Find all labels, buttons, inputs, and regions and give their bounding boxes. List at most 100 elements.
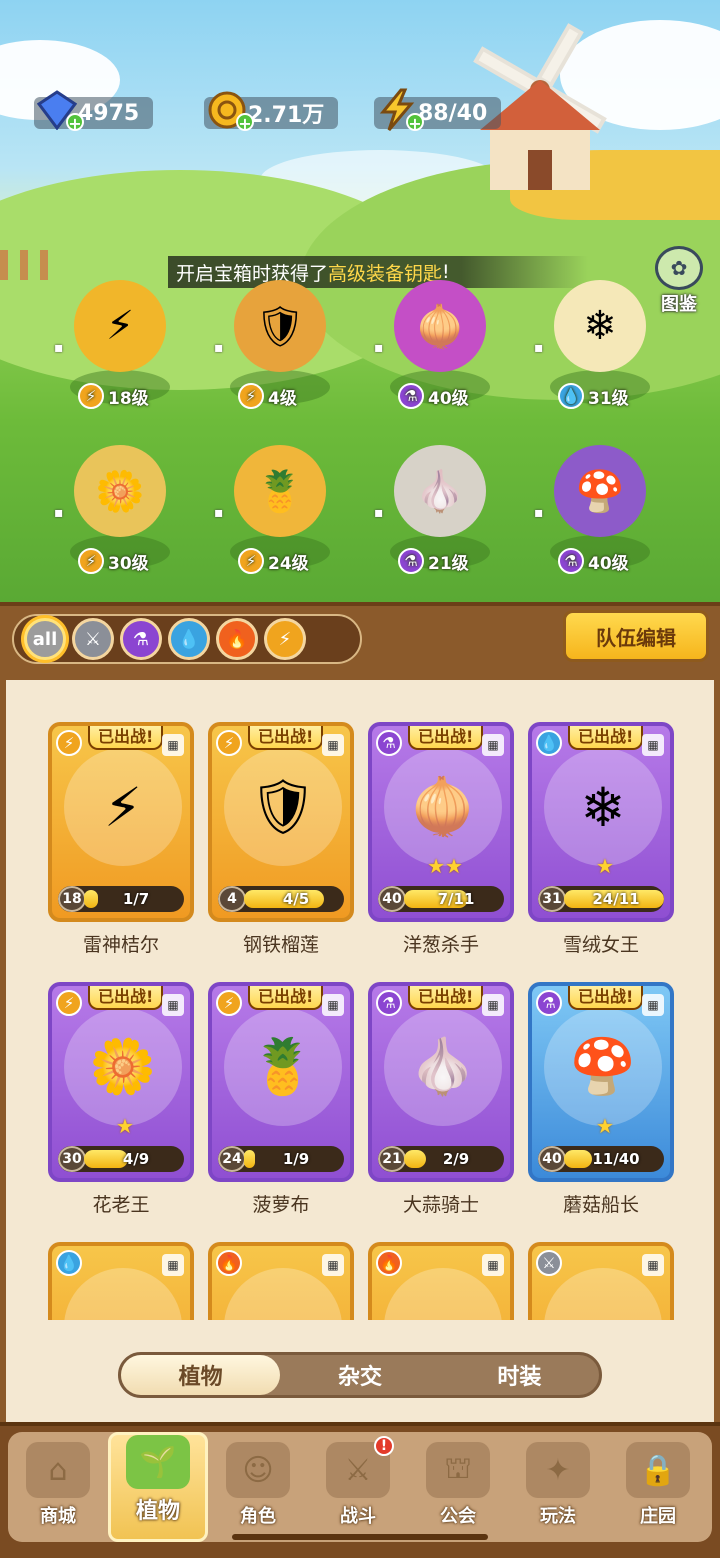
hero-level: ⚡ 30级	[78, 547, 149, 575]
diamond-counter[interactable]: 4975 +	[34, 90, 154, 132]
hero-level-text: 30级	[108, 553, 149, 574]
slot-size-icon: ▪	[374, 505, 384, 521]
plant-card[interactable]: ⚔ ▦	[528, 1242, 674, 1320]
plant-portrait-icon: 🧄	[384, 1008, 502, 1126]
tab-plants[interactable]: 植物	[121, 1355, 281, 1395]
hero-level: ⚡ 18级	[78, 382, 149, 410]
filter-lightning-icon[interactable]: ⚡	[264, 618, 306, 660]
nav-item-guild[interactable]: ⛫ 公会	[408, 1432, 508, 1542]
formation-hero[interactable]: ❄ 💧 31级 ▪	[534, 280, 660, 410]
star-rating: ★★	[427, 854, 463, 878]
plant-name[interactable]: 蘑菇船长	[526, 1190, 676, 1217]
potion-icon: ⚗	[558, 548, 584, 574]
hero-level: ⚗ 21级	[398, 547, 469, 575]
add-diamond-button[interactable]: +	[66, 113, 84, 132]
plant-card[interactable]: 🔥 ▦	[208, 1242, 354, 1320]
filter-all-button[interactable]: all	[24, 618, 66, 660]
hero-level-text: 21级	[428, 553, 469, 574]
plant-level: 4	[218, 886, 246, 912]
filter-fire-icon[interactable]: 🔥	[216, 618, 258, 660]
plant-level: 40	[378, 886, 406, 912]
hero-level-text: 18级	[108, 388, 149, 409]
nav-item-character[interactable]: ☺ 角色	[208, 1432, 308, 1542]
coin-counter[interactable]: 2.71万 +	[204, 91, 339, 132]
nav-item-label: 玩法	[540, 1506, 576, 1527]
plant-card[interactable]: 🧄 已出战! ⚗ ▦ 21 2/9	[368, 982, 514, 1182]
plant-card[interactable]: ❄ 已出战! 💧 ▦ ★ 31 24/11	[528, 722, 674, 922]
formation-hero[interactable]: 🧄 ⚗ 21级 ▪	[374, 445, 500, 575]
lightning-icon: ⚡	[216, 990, 242, 1016]
lightning-icon: ⚡	[238, 548, 264, 574]
energy-counter[interactable]: 88/40 +	[374, 88, 502, 132]
plant-collection-panel: ⚡ 已出战! ⚡ ▦ 18 1/7 雷神桔尔 🛡 已出战! ⚡ ▦ 4 4/5 钢铁榴莲 🧅 已出战! ⚗ ▦ ★★…	[0, 680, 720, 1425]
plant-card[interactable]: 🔥 ▦	[368, 1242, 514, 1320]
nav-item-label: 角色	[240, 1506, 276, 1527]
nav-item-gameplay[interactable]: ✦ 玩法	[508, 1432, 608, 1542]
plant-name[interactable]: 雷神桔尔	[46, 930, 196, 957]
plant-name[interactable]: 菠萝布	[206, 1190, 356, 1217]
add-coin-button[interactable]: +	[236, 113, 254, 132]
slot-size-icon: ▦	[642, 734, 664, 756]
hero-level-text: 40级	[428, 388, 469, 409]
snow-queen-icon: ❄	[554, 280, 646, 372]
lightning-icon: ⚡	[216, 730, 242, 756]
shard-progress-bar: 40 11/40	[538, 1146, 664, 1172]
nav-item-plants[interactable]: 🌱 植物	[108, 1432, 208, 1542]
deployed-badge: 已出战!	[248, 726, 324, 750]
filter-potion-icon[interactable]: ⚗	[120, 618, 162, 660]
nav-item-manor[interactable]: 🔒 庄园	[608, 1432, 708, 1542]
team-edit-button[interactable]: 队伍编辑	[563, 610, 709, 662]
formation-hero[interactable]: 🌼 ⚡ 30级 ▪	[54, 445, 180, 575]
plant-level: 30	[58, 1146, 86, 1172]
star-rating: ★	[596, 1114, 614, 1138]
plant-name[interactable]: 花老王	[46, 1190, 196, 1217]
deployed-badge: 已出战!	[88, 726, 164, 750]
plant-card[interactable]: 🌼 已出战! ⚡ ▦ ★ 30 4/9	[48, 982, 194, 1182]
tab-hybrid[interactable]: 杂交	[280, 1355, 439, 1395]
flower-king-icon: 🌼	[74, 445, 166, 537]
plant-name[interactable]: 钢铁榴莲	[206, 930, 356, 957]
plant-name[interactable]: 洋葱杀手	[366, 930, 516, 957]
plant-portrait-icon: 🧅	[384, 748, 502, 866]
slot-size-icon: ▦	[482, 1254, 504, 1276]
slot-size-icon: ▦	[482, 734, 504, 756]
filter-water-icon[interactable]: 💧	[168, 618, 210, 660]
formation-hero[interactable]: 🍄 ⚗ 40级 ▪	[534, 445, 660, 575]
plant-name[interactable]: 大蒜骑士	[366, 1190, 516, 1217]
plant-portrait-icon: ❄	[544, 748, 662, 866]
gameplay-icon: ✦	[526, 1442, 590, 1498]
home-indicator	[232, 1534, 488, 1540]
plant-card[interactable]: 🍄 已出战! ⚗ ▦ ★ 40 11/40	[528, 982, 674, 1182]
lightning-icon: ⚡	[238, 383, 264, 409]
formation-hero[interactable]: 🍍 ⚡ 24级 ▪	[214, 445, 340, 575]
plants-icon: 🌱	[126, 1435, 190, 1489]
slot-size-icon: ▦	[162, 1254, 184, 1276]
formation-hero[interactable]: 🧅 ⚗ 40级 ▪	[374, 280, 500, 410]
nav-item-battle[interactable]: ⚔ 战斗!	[308, 1432, 408, 1542]
nav-item-label: 战斗	[340, 1506, 376, 1527]
fire-icon: 🔥	[376, 1250, 402, 1276]
filter-sword-icon[interactable]: ⚔	[72, 618, 114, 660]
shard-progress-text: 7/11	[437, 890, 475, 908]
plant-card[interactable]: ⚡ 已出战! ⚡ ▦ 18 1/7	[48, 722, 194, 922]
plant-card[interactable]: 🛡 已出战! ⚡ ▦ 4 4/5	[208, 722, 354, 922]
plant-level: 40	[538, 1146, 566, 1172]
shard-progress-bar: 40 7/11	[378, 886, 504, 912]
formation-hero[interactable]: ⚡ ⚡ 18级 ▪	[54, 280, 180, 410]
potion-icon: ⚗	[398, 383, 424, 409]
hero-level-text: 31级	[588, 388, 629, 409]
plant-card[interactable]: 🍍 已出战! ⚡ ▦ 24 1/9	[208, 982, 354, 1182]
formation-hero[interactable]: 🛡 ⚡ 4级 ▪	[214, 280, 340, 410]
slot-size-icon: ▦	[322, 734, 344, 756]
lightning-icon: ⚡	[78, 383, 104, 409]
plant-card[interactable]: 🧅 已出战! ⚗ ▦ ★★ 40 7/11	[368, 722, 514, 922]
nav-item-shop[interactable]: ⌂ 商城	[8, 1432, 108, 1542]
deployed-badge: 已出战!	[568, 986, 644, 1010]
add-energy-button[interactable]: +	[406, 113, 424, 132]
slot-size-icon: ▪	[214, 340, 224, 356]
tab-costume[interactable]: 时装	[440, 1355, 599, 1395]
plant-portrait-icon: ⚡	[64, 748, 182, 866]
deployed-badge: 已出战!	[88, 986, 164, 1010]
plant-card[interactable]: 💧 ▦	[48, 1242, 194, 1320]
plant-name[interactable]: 雪绒女王	[526, 930, 676, 957]
